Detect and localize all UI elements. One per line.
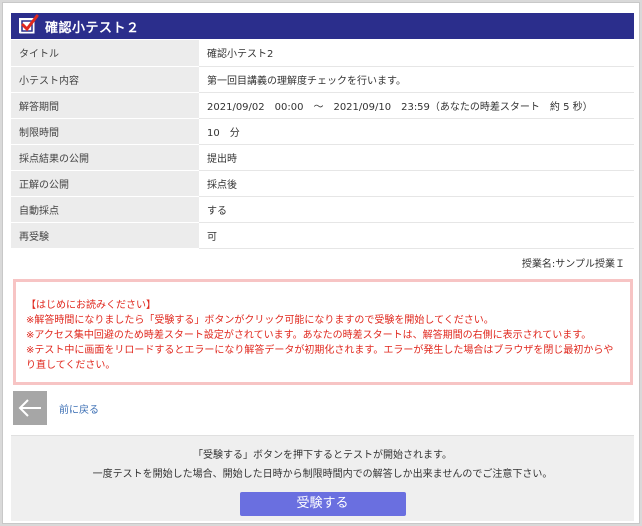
row-key: 自動採点 [11,196,199,223]
row-key: タイトル [11,40,199,67]
table-row: 自動採点 する [11,196,634,223]
row-value: 提出時 [199,144,634,171]
table-row: 再受験 可 [11,222,634,249]
row-key: 解答期間 [11,92,199,119]
table-row: 小テスト内容 第一回目講義の理解度チェックを行います。 [11,66,634,93]
start-panel: 「受験する」ボタンを押下するとテストが開始されます。 一度テストを開始した場合、… [11,435,634,521]
table-row: 制限時間 10 分 [11,118,634,145]
start-instruction: 「受験する」ボタンを押下するとテストが開始されます。 [193,450,452,461]
quiz-info-table: タイトル 確認小テスト2 小テスト内容 第一回目講義の理解度チェックを行います。… [11,40,634,249]
back-link[interactable]: 前に戻る [59,401,99,416]
notice-line: ※アクセス集中回避のため時差スタート設定がされています。あなたの時差スタートは、… [26,330,592,341]
page-frame: 確認小テスト２ タイトル 確認小テスト2 小テスト内容 第一回目講義の理解度チェ… [2,2,640,524]
notice-line: ※テスト中に画面をリロードするとエラーになり解答データが初期化されます。エラーが… [26,345,614,371]
notice-heading: 【はじめにお読みください】 [26,300,156,311]
row-key: 小テスト内容 [11,66,199,93]
row-value: 10 分 [199,118,634,145]
row-value: 確認小テスト2 [199,40,634,67]
start-exam-button[interactable]: 受験する [239,492,406,516]
quiz-header: 確認小テスト２ [11,13,634,39]
checkbox-check-icon [13,13,39,39]
row-key: 正解の公開 [11,170,199,197]
row-value: 2021/09/02 00:00 ～ 2021/09/10 23:59（あなたの… [199,92,634,119]
table-row: 採点結果の公開 提出時 [11,144,634,171]
start-caution: 一度テストを開始した場合、開始した日時から制限時間内での解答しか出来ませんのでご… [92,469,553,480]
row-key: 再受験 [11,222,199,249]
page-title: 確認小テスト２ [45,20,140,36]
back-arrow-icon[interactable] [13,391,47,425]
row-value: する [199,196,634,223]
table-row: 解答期間 2021/09/02 00:00 ～ 2021/09/10 23:59… [11,92,634,119]
row-value: 第一回目講義の理解度チェックを行います。 [199,66,634,93]
table-row: タイトル 確認小テスト2 [11,40,634,67]
notice-line: ※解答時間になりましたら「受験する」ボタンがクリック可能になりますので受験を開始… [26,315,494,326]
row-key: 採点結果の公開 [11,144,199,171]
row-key: 制限時間 [11,118,199,145]
class-name-label: 授業名:サンプル授業Ｉ [521,259,625,270]
back-nav[interactable]: 前に戻る [13,391,99,425]
notice-box: 【はじめにお読みください】 ※解答時間になりましたら「受験する」ボタンがクリック… [13,279,633,385]
table-row: 正解の公開 採点後 [11,170,634,197]
row-value: 可 [199,222,634,249]
row-value: 採点後 [199,170,634,197]
